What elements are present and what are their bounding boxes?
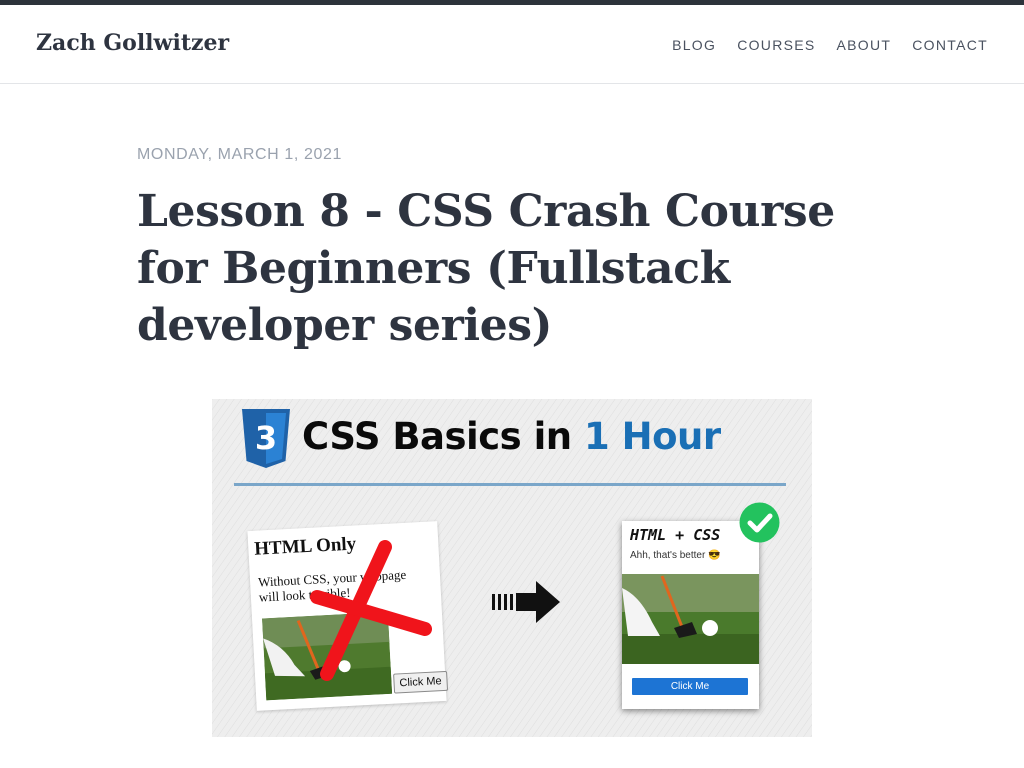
main-nav: BLOG COURSES ABOUT CONTACT [672,37,988,53]
nav-link-blog[interactable]: BLOG [672,37,716,53]
checkmark-badge-icon [739,502,780,543]
nav-link-courses[interactable]: COURSES [737,37,815,53]
post-title: Lesson 8 - CSS Crash Course for Beginner… [137,186,835,351]
post-date: MONDAY, MARCH 1, 2021 [137,146,342,163]
css3-logo-icon: 3 [242,409,290,468]
site-brand-link[interactable]: Zach Gollwitzer [36,30,229,56]
red-x-icon [310,540,432,681]
hero-image: 3 CSS Basics in 1 Hour HTML Only Without… [212,399,812,737]
hero-heading-main: CSS Basics in [302,415,584,458]
html-css-card-text: Ahh, that's better 😎 [630,550,721,561]
golf-photo-styled [622,574,759,664]
html-css-card: HTML + CSS Ahh, that's better 😎 Click Me [622,521,759,709]
styled-click-button: Click Me [632,678,748,695]
svg-text:3: 3 [255,419,277,457]
right-arrow-icon [492,581,560,623]
site-header: Zach Gollwitzer BLOG COURSES ABOUT CONTA… [0,5,1024,84]
hero-heading-accent: 1 Hour [583,415,721,458]
html-css-card-title: HTML + CSS [630,526,721,544]
nav-link-contact[interactable]: CONTACT [912,37,988,53]
nav-link-about[interactable]: ABOUT [837,37,892,53]
hero-divider [234,483,786,486]
hero-heading: CSS Basics in 1 Hour [302,415,721,458]
